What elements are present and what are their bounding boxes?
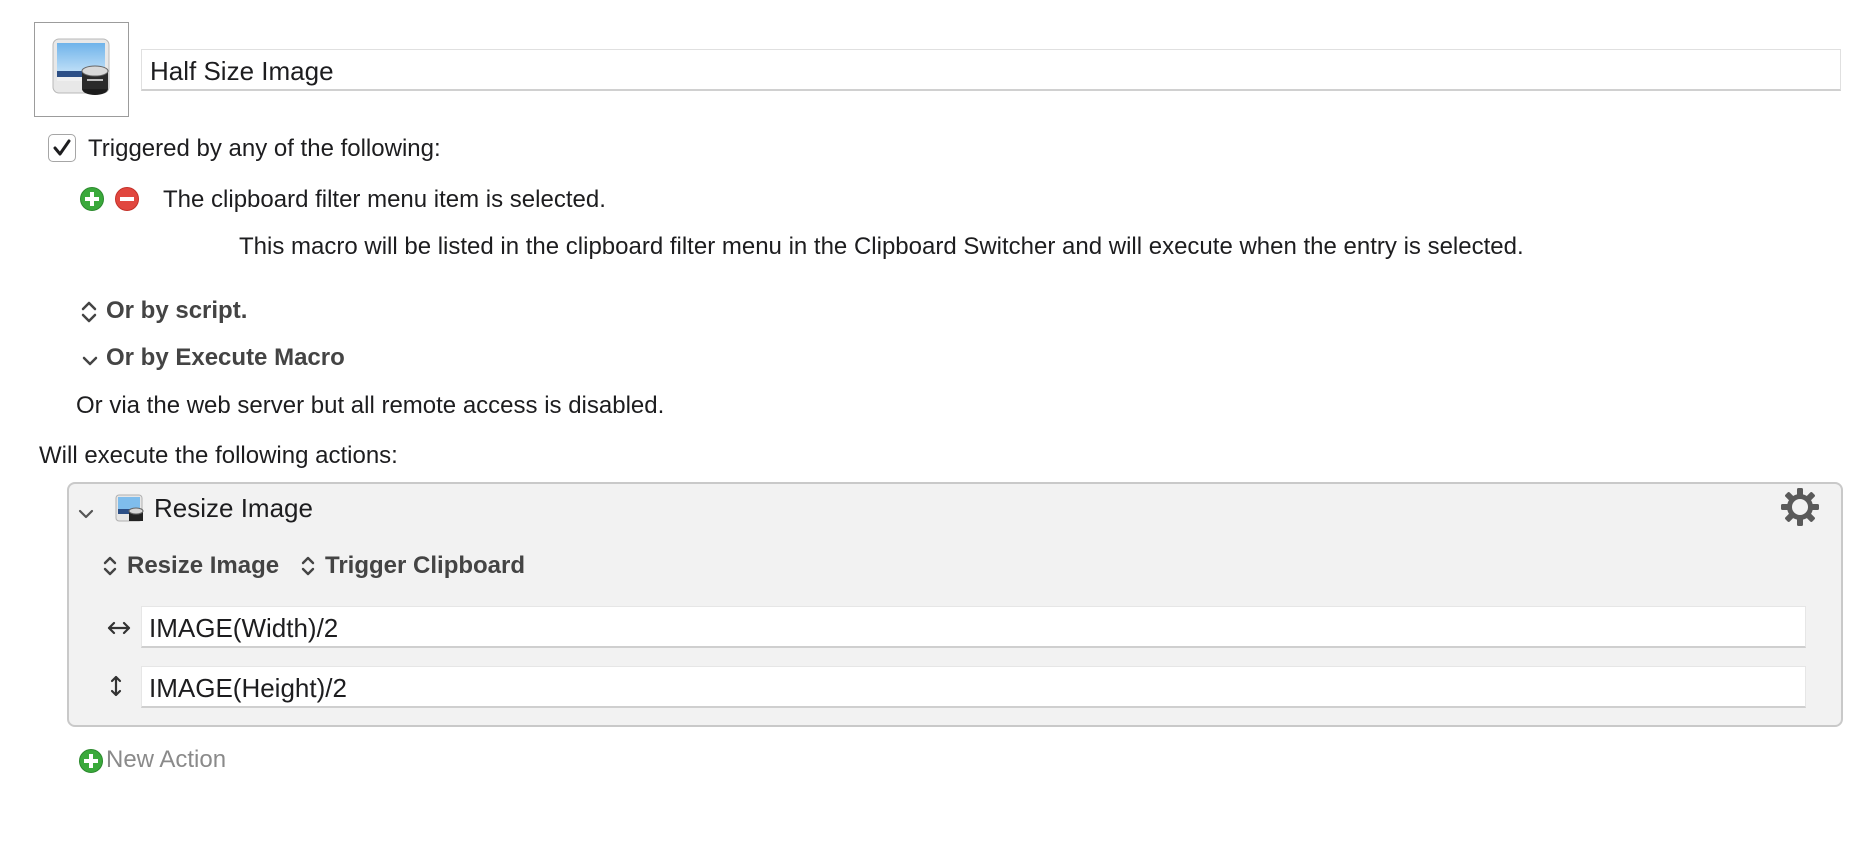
macro-name-field[interactable]: Half Size Image <box>141 49 1841 91</box>
gear-icon[interactable] <box>1780 487 1820 527</box>
width-expression-field[interactable]: IMAGE(Width)/2 <box>141 606 1806 648</box>
resize-mode-popup[interactable]: Resize Image <box>127 551 279 581</box>
actions-heading: Will execute the following actions: <box>39 442 398 469</box>
chevron-updown-icon[interactable] <box>101 553 119 579</box>
preview-app-icon <box>49 37 115 103</box>
macro-icon-well[interactable] <box>34 22 129 117</box>
plus-icon <box>85 192 99 206</box>
add-trigger-button[interactable] <box>80 187 104 211</box>
or-by-script-toggle[interactable]: Or by script. <box>106 296 247 326</box>
image-source-popup[interactable]: Trigger Clipboard <box>325 551 525 581</box>
plus-icon[interactable] <box>79 749 103 773</box>
checkmark-icon <box>53 139 71 156</box>
height-expression-field[interactable]: IMAGE(Height)/2 <box>141 666 1806 708</box>
collapse-action-chevron-icon[interactable] <box>77 502 95 520</box>
trigger-item-title: The clipboard filter menu item is select… <box>163 186 606 213</box>
width-arrows-icon <box>106 617 132 637</box>
trigger-item-description: This macro will be listed in the clipboa… <box>239 233 1524 260</box>
action-title: Resize Image <box>154 493 313 523</box>
chevron-updown-icon[interactable] <box>299 553 317 579</box>
new-action-button[interactable]: New Action <box>106 745 226 775</box>
resize-image-action-icon <box>114 494 146 526</box>
trigger-enabled-checkbox[interactable] <box>48 134 76 162</box>
web-server-note: Or via the web server but all remote acc… <box>76 392 665 419</box>
remove-trigger-button[interactable] <box>115 187 139 211</box>
minus-icon <box>120 197 134 201</box>
trigger-heading: Triggered by any of the following: <box>88 135 441 162</box>
chevron-down-icon[interactable] <box>81 349 99 367</box>
height-arrows-icon <box>107 674 125 698</box>
chevron-updown-icon[interactable] <box>79 298 99 326</box>
or-by-execute-macro-toggle[interactable]: Or by Execute Macro <box>106 343 345 373</box>
